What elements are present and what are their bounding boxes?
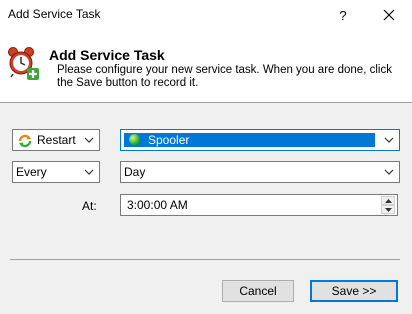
service-status-icon (129, 134, 140, 145)
action-select[interactable]: Restart (12, 129, 100, 151)
action-value: Restart (37, 133, 76, 147)
frequency-value: Every (16, 165, 47, 179)
time-spinner (381, 196, 395, 214)
time-decrement-button[interactable] (381, 205, 395, 214)
dialog-header: Add Service Task Please configure your n… (0, 30, 412, 103)
chevron-down-icon (84, 137, 94, 143)
restart-icon (18, 134, 32, 148)
triangle-up-icon (384, 198, 392, 203)
frequency-select[interactable]: Every (12, 161, 100, 183)
chevron-down-icon (384, 137, 394, 143)
header-description: Please configure your new service task. … (57, 64, 392, 89)
period-select[interactable]: Day (120, 161, 400, 183)
time-value: 3:00:00 AM (127, 198, 188, 212)
title-bar: Add Service Task ? (0, 0, 412, 30)
divider (10, 259, 400, 260)
chevron-down-icon (384, 169, 394, 175)
triangle-down-icon (384, 207, 392, 212)
service-select[interactable]: Spooler (120, 129, 400, 151)
window-title: Add Service Task (8, 7, 101, 21)
alarm-clock-add-icon (8, 47, 39, 80)
save-label: Save >> (331, 284, 377, 298)
close-icon (383, 9, 395, 21)
period-value: Day (124, 165, 146, 179)
cancel-button[interactable]: Cancel (222, 280, 294, 302)
time-increment-button[interactable] (381, 196, 395, 205)
service-selection: Spooler (124, 133, 375, 147)
time-label: At: (82, 199, 97, 213)
service-value: Spooler (148, 133, 190, 147)
chevron-down-icon (84, 169, 94, 175)
save-button[interactable]: Save >> (310, 280, 398, 302)
help-label: ? (339, 7, 347, 23)
time-input[interactable]: 3:00:00 AM (120, 194, 398, 216)
cancel-label: Cancel (239, 284, 277, 298)
header-title: Add Service Task (49, 47, 165, 63)
help-button[interactable]: ? (320, 0, 366, 30)
close-button[interactable] (366, 0, 412, 30)
